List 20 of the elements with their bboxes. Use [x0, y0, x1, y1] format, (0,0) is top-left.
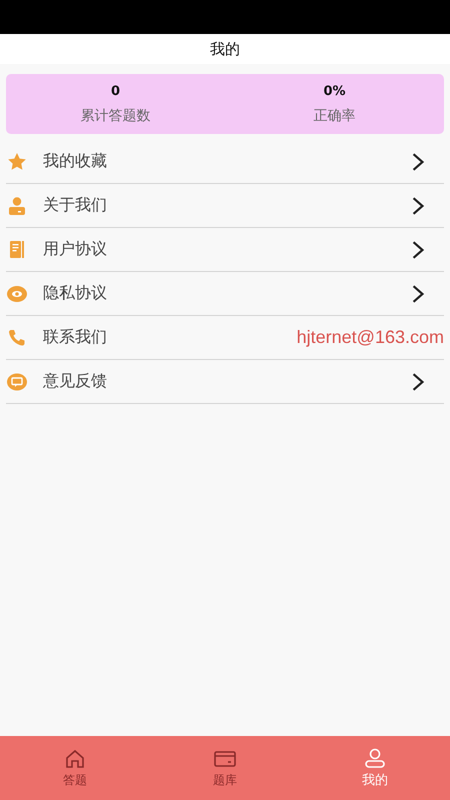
menu-item[interactable]: 意见反馈	[6, 360, 444, 404]
user-icon	[364, 747, 386, 769]
email-text: hjternet@163.com	[296, 327, 444, 348]
eye-icon	[7, 284, 27, 304]
menu-item[interactable]: 我的收藏	[6, 140, 444, 184]
phone-icon	[7, 328, 27, 348]
menu-item[interactable]: 联系我们 hjternet@163.com	[6, 316, 444, 360]
stat-label: 正确率	[314, 106, 356, 124]
person-icon	[7, 196, 27, 216]
menu-item[interactable]: 关于我们	[6, 184, 444, 228]
star-icon	[7, 152, 27, 172]
page-title: 我的	[210, 40, 240, 58]
menu-item[interactable]: 隐私协议	[6, 272, 444, 316]
home-icon	[64, 748, 86, 770]
stat-value: 0%	[323, 84, 346, 98]
document-icon	[7, 240, 27, 260]
stat-label: 累计答题数	[80, 106, 150, 124]
stat-value: 0	[110, 84, 120, 98]
menu-item[interactable]: 用户协议	[6, 228, 444, 272]
chat-icon	[7, 372, 27, 392]
